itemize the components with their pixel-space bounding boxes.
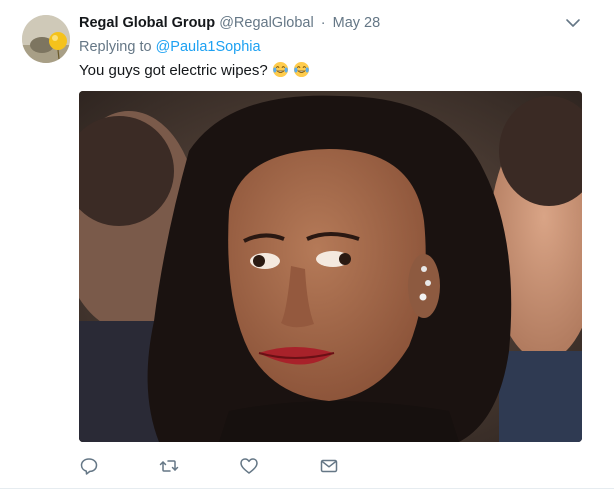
face-with-tears-of-joy-icon <box>272 61 288 78</box>
direct-message-envelope-icon[interactable] <box>319 456 339 476</box>
tweet-date[interactable]: May 28 <box>333 15 381 31</box>
retweet-icon[interactable] <box>159 456 179 476</box>
tweet-text: You guys got electric wipes? <box>79 61 310 81</box>
like-heart-icon[interactable] <box>239 456 259 476</box>
replying-to-line: Replying to @Paula1Sophia <box>79 37 261 57</box>
author-name[interactable]: Regal Global Group <box>79 15 215 31</box>
tweet-action-bar <box>79 456 582 476</box>
tweet-header: Regal Global Group @RegalGlobal · May 28 <box>79 13 380 33</box>
replying-to-handle-link[interactable]: @Paula1Sophia <box>156 39 261 55</box>
photo-image <box>79 91 582 442</box>
tweet-media-photo[interactable] <box>79 91 582 442</box>
tweet-body: You guys got electric wipes? <box>79 62 268 79</box>
tweet-card[interactable]: Regal Global Group @RegalGlobal · May 28… <box>0 0 614 489</box>
author-avatar[interactable] <box>22 15 70 63</box>
replying-to-label: Replying to <box>79 39 152 55</box>
header-separator: · <box>320 15 326 31</box>
face-with-tears-of-joy-icon <box>294 61 310 78</box>
tweet-menu-chevron-icon[interactable] <box>564 14 582 32</box>
avatar-image <box>22 15 70 63</box>
author-handle[interactable]: @RegalGlobal <box>219 15 314 31</box>
reply-icon[interactable] <box>79 456 99 476</box>
